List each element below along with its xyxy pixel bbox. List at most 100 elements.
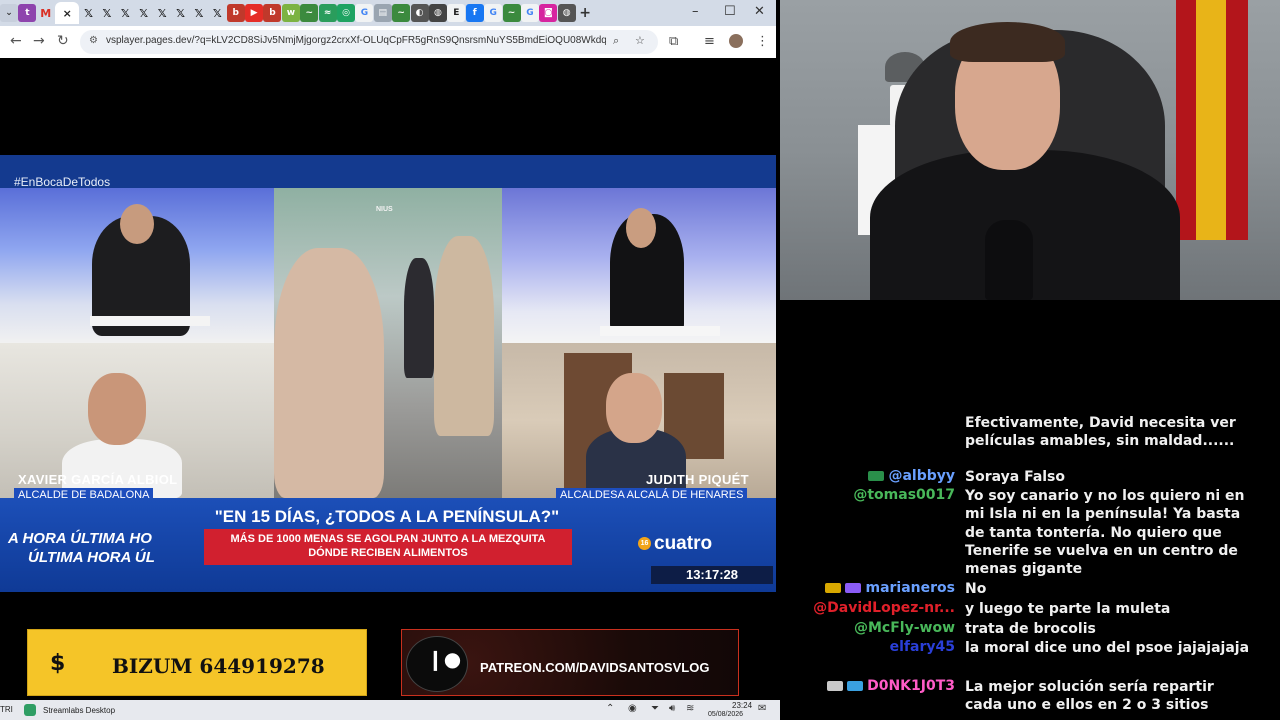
tab-site-icon[interactable]: ◍ [428,4,447,22]
chat-username: @DavidLopez-nr... [813,600,955,616]
tab-search-icon[interactable]: ⌄ [0,4,18,22]
tab-site-icon[interactable]: ~ [392,4,411,22]
broadcast-clock: 13:17:28 [651,566,773,584]
forward-icon[interactable]: → [33,33,45,49]
tab-x-icon[interactable]: 𝕏 [135,4,153,22]
tab-site-icon[interactable]: ~ [502,4,521,22]
tab-twitch-icon[interactable]: t [18,4,37,22]
url-text[interactable]: vsplayer.pages.dev/?q=kLV2CD8SiJv5NmjMjg… [106,35,606,46]
chat-panel: Efectivamente, David necesita ver pelícu… [780,300,1280,720]
taskbar: TRI Streamlabs Desktop ⌃ ◉ ⏷ 🔊︎ ≋ 23:24 … [0,700,780,720]
chat-message-text: y luego te parte la muleta [965,601,1171,617]
tab-site-icon[interactable]: w [281,4,300,22]
tab-site-icon[interactable]: ▤ [373,4,392,22]
tab-google-icon[interactable]: G [520,4,539,22]
maximize-icon[interactable]: ☐ [724,4,736,19]
minimize-icon[interactable]: – [692,4,699,19]
tab-instagram-icon[interactable]: ◙ [539,4,558,22]
bookmark-star-icon[interactable]: ☆ [635,34,645,47]
diamond-badge-icon [827,681,844,691]
chat-message-text: La mejor solución sería repartir cada un… [965,679,1214,714]
close-tab-icon[interactable]: × [63,7,72,20]
guest-right-name: JUDITH PIQUÉT [646,472,749,487]
patreon-icon: ❙● [427,647,462,671]
tab-facebook-icon[interactable]: f [465,4,484,22]
tab-x-icon[interactable]: 𝕏 [80,4,98,22]
tab-site-icon[interactable]: ◍ [557,4,576,22]
notification-icon[interactable]: ✉ [758,703,766,714]
crowd-figure [274,248,384,498]
profile-avatar[interactable] [729,34,743,48]
crowd-figure [404,258,434,378]
extensions-icon[interactable]: ⧉ [669,34,678,49]
tray-chevron-icon[interactable]: ⌃ [606,703,614,714]
chat-message-text: No [965,581,987,597]
tab-site-icon[interactable]: E [447,4,466,22]
guest-left-name: XAVIER GARCÍA ALBIOL [18,472,178,487]
tab-gmail-icon[interactable]: M [37,4,55,22]
tab-x-icon[interactable]: 𝕏 [208,4,226,22]
member-badge-icon [847,681,864,691]
chat-username: @McFly-wow [853,620,955,636]
chat-message-text: Yo soy canario y no los quiero ni en mi … [965,488,1245,578]
tab-site-icon[interactable]: ◎ [337,4,356,22]
new-tab-button[interactable]: + [576,4,594,22]
breaking-news-ticker: A HORA ÚLTIMA HO [8,530,152,547]
tab-youtube-icon[interactable]: ▶ [245,4,264,22]
flag [1196,0,1226,240]
tab-list: ⌄ t M × 𝕏 𝕏 𝕏 𝕏 𝕏 𝕏 𝕏 𝕏 b ▶ b w ~ ≈ ◎ G … [0,2,595,24]
crowd-figure [434,236,494,436]
address-bar[interactable]: ⚙ vsplayer.pages.dev/?q=kLV2CD8SiJv5NmjM… [80,30,658,54]
taskbar-date[interactable]: 05/08/2026 [708,711,743,718]
taskbar-left-label: TRI [0,705,13,714]
studio-right-panel [502,188,776,343]
headline-text: "EN 15 DÍAS, ¿TODOS A LA PENÍNSULA?" [214,507,560,526]
chat-message-text: Soraya Falso [965,469,1066,485]
tab-x-icon[interactable]: 𝕏 [153,4,171,22]
tab-strip: ⌄ t M × 𝕏 𝕏 𝕏 𝕏 𝕏 𝕏 𝕏 𝕏 b ▶ b w ~ ≈ ◎ G … [0,0,776,26]
source-watermark: NIUS [376,206,393,213]
tab-google-icon[interactable]: G [484,4,503,22]
breaking-news-ticker: ÚLTIMA HORA ÚL [28,549,155,566]
mic-icon[interactable]: ⏷ [651,703,659,714]
tab-x-icon[interactable]: 𝕏 [190,4,208,22]
taskbar-time[interactable]: 23:24 [732,701,752,710]
desk [600,326,720,336]
video-player[interactable]: #EnBocaDeTodos NIUS XAVIER GARCÍA ALBIOL… [0,155,776,592]
flag [1176,0,1196,240]
guest-head [606,373,662,443]
tab-site-icon[interactable]: ◐ [410,4,429,22]
tab-site-icon[interactable]: b [263,4,282,22]
media-control-icon[interactable]: ≡ [704,34,715,49]
presenter-head [120,204,154,244]
street-footage-panel: NIUS [274,188,502,498]
tab-site-icon[interactable]: ≈ [318,4,337,22]
back-icon[interactable]: ← [10,33,22,49]
chat-username: @albbyy [868,468,955,484]
volume-icon[interactable]: 🔊︎ [669,703,675,714]
tab-active[interactable]: × [55,2,80,24]
close-window-icon[interactable]: ✕ [754,4,765,19]
show-hashtag: #EnBocaDeTodos [14,175,111,189]
subheadline-box: MÁS DE 1000 MENAS SE AGOLPAN JUNTO A LA … [204,529,572,565]
chat-message-text: trata de brocolis [965,621,1096,637]
taskbar-app-label[interactable]: Streamlabs Desktop [43,706,115,715]
network-icon[interactable]: ◉ [628,703,637,714]
tab-google-icon[interactable]: G [355,4,374,22]
site-info-icon[interactable]: ⚙ [89,35,98,46]
flag [1226,0,1248,240]
streamlabs-icon[interactable] [24,704,36,716]
channel-name: cuatro [654,533,713,554]
tab-x-icon[interactable]: 𝕏 [116,4,134,22]
channel-logo: 16 cuatro [638,533,712,555]
menu-icon[interactable]: ⋮ [756,34,769,49]
tab-x-icon[interactable]: 𝕏 [98,4,116,22]
tab-x-icon[interactable]: 𝕏 [172,4,190,22]
member-badge-icon [845,583,862,593]
tab-site-icon[interactable]: ~ [300,4,319,22]
chat-message-text: Efectivamente, David necesita ver pelícu… [965,415,1236,450]
tab-site-icon[interactable]: b [226,4,245,22]
reload-icon[interactable]: ↻ [57,33,69,49]
wifi-icon[interactable]: ≋ [686,703,694,714]
zoom-icon[interactable]: ⌕ [613,34,619,48]
